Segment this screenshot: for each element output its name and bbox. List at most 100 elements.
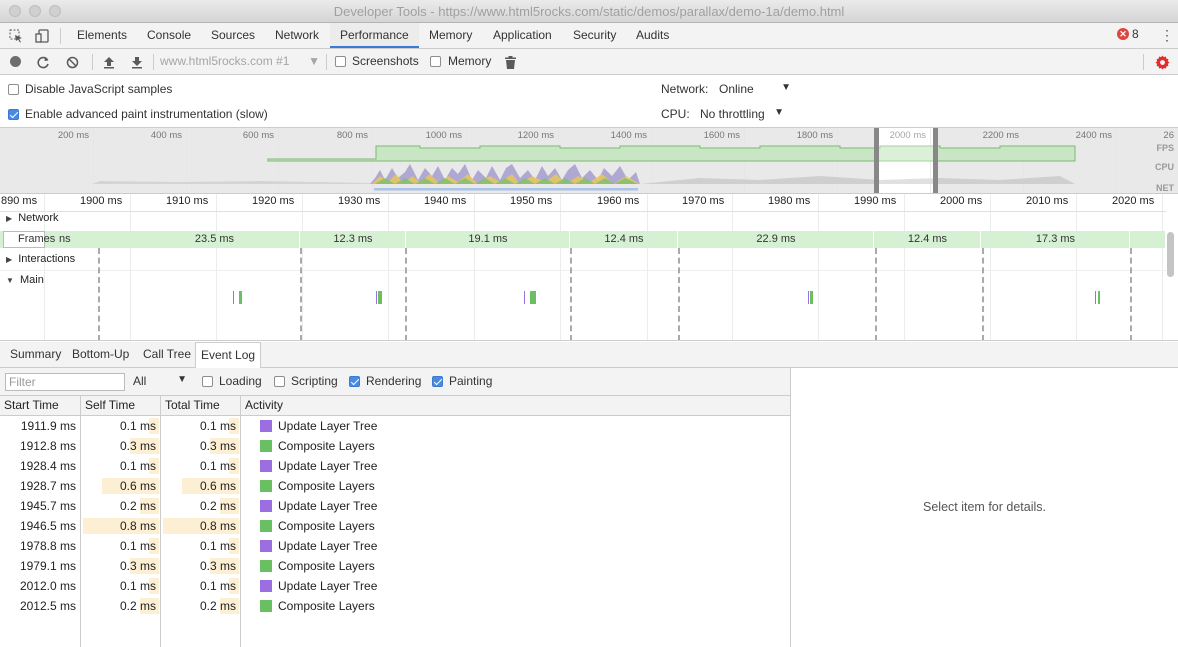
frame-segment[interactable]: 12.4 ms <box>571 231 678 248</box>
inspect-element-icon[interactable] <box>6 27 26 45</box>
load-profile-icon[interactable] <box>100 53 118 71</box>
column-total-time[interactable]: Total Time <box>161 396 241 416</box>
table-row[interactable]: 1978.8 ms 0.1 ms 0.1 ms Update Layer Tree <box>0 536 790 556</box>
main-track-label: Main <box>19 274 44 286</box>
timeline-flame-chart[interactable]: 890 ms 1900 ms 1910 ms 1920 ms 1930 ms 1940 m… <box>0 194 1178 341</box>
main-thread-event[interactable] <box>810 291 813 304</box>
start-time-cell: 1928.7 ms <box>19 479 76 493</box>
disable-js-samples-checkbox[interactable] <box>8 84 19 95</box>
tab-summary[interactable]: Summary <box>5 342 66 367</box>
network-throttle-select[interactable]: Online ▼ <box>719 82 793 98</box>
tab-call-tree[interactable]: Call Tree <box>138 342 196 367</box>
rendering-filter-label: Rendering <box>366 374 422 388</box>
frame-segment-partial[interactable] <box>1131 231 1166 248</box>
main-thread-event[interactable] <box>1095 291 1096 304</box>
garbage-collect-icon[interactable] <box>502 53 518 71</box>
tab-application[interactable]: Application <box>483 23 562 48</box>
frame-segment[interactable]: 23.5 ms <box>130 231 300 248</box>
timeline-overview[interactable]: 200 ms 400 ms 600 ms 800 ms 1000 ms 1200 ms 14… <box>0 128 1178 194</box>
table-row[interactable]: 2012.0 ms 0.1 ms 0.1 ms Update Layer Tree <box>0 576 790 596</box>
table-row[interactable]: 1979.1 ms 0.3 ms 0.3 ms Composite Layers <box>0 556 790 576</box>
screenshots-checkbox[interactable] <box>335 56 346 67</box>
table-row[interactable]: 1912.8 ms 0.3 ms 0.3 ms Composite Layers <box>0 436 790 456</box>
filter-input[interactable]: Filter <box>5 373 125 391</box>
column-activity[interactable]: Activity <box>241 396 790 416</box>
error-icon[interactable]: ✕ <box>1117 28 1129 40</box>
ruler-gridline <box>130 194 131 340</box>
column-start-time[interactable]: Start Time <box>0 396 81 416</box>
painting-filter-checkbox[interactable] <box>432 376 443 387</box>
table-row[interactable]: 1946.5 ms 0.8 ms 0.8 ms Composite Layers <box>0 516 790 536</box>
table-row[interactable]: 1928.4 ms 0.1 ms 0.1 ms Update Layer Tree <box>0 456 790 476</box>
tab-console[interactable]: Console <box>137 23 201 48</box>
activity-color-swatch <box>260 440 272 452</box>
tab-bottom-up[interactable]: Bottom-Up <box>67 342 134 367</box>
frame-segment[interactable]: 17.3 ms <box>982 231 1130 248</box>
ruler-gridline <box>560 194 561 340</box>
main-track-header[interactable]: ▼ Main <box>6 274 44 286</box>
device-toolbar-icon[interactable] <box>32 27 52 45</box>
main-thread-event[interactable] <box>1098 291 1100 304</box>
category-select[interactable]: All ▼ <box>133 374 189 390</box>
tab-security[interactable]: Security <box>563 23 626 48</box>
frame-segment[interactable]: 12.4 ms <box>875 231 981 248</box>
frames-track[interactable]: Frames ns 23.5 ms 12.3 ms 19.1 ms 12.4 ms 22… <box>0 231 1166 248</box>
frame-segment[interactable]: 22.9 ms <box>679 231 874 248</box>
tab-performance[interactable]: Performance <box>330 23 419 48</box>
activity-color-swatch <box>260 580 272 592</box>
capture-settings-gear-icon[interactable] <box>1153 53 1171 71</box>
memory-checkbox[interactable] <box>430 56 441 67</box>
expand-arrow-icon: ▶ <box>6 255 13 264</box>
frame-boundary-line <box>875 248 877 340</box>
ruler-tick-label: 2000 ms <box>940 195 983 207</box>
network-track-header[interactable]: ▶ Network <box>6 212 59 224</box>
category-select-value: All <box>133 374 147 388</box>
scripting-filter-checkbox[interactable] <box>274 376 285 387</box>
overview-cpu-label: CPU <box>1154 162 1174 172</box>
table-row[interactable]: 1945.7 ms 0.2 ms 0.2 ms Update Layer Tree <box>0 496 790 516</box>
frame-segment[interactable]: 19.1 ms <box>407 231 570 248</box>
main-thread-event[interactable] <box>524 291 525 304</box>
main-thread-event[interactable] <box>233 291 234 304</box>
toolbar-separator <box>92 54 93 70</box>
main-thread-event[interactable] <box>530 291 536 304</box>
main-thread-event[interactable] <box>378 291 382 304</box>
recording-select[interactable]: www.html5rocks.com #1 ▼ <box>160 54 322 70</box>
total-time-cell: 0.6 ms <box>199 479 236 493</box>
clear-icon[interactable] <box>63 53 81 71</box>
more-menu-icon[interactable]: ⋮ <box>1160 26 1174 44</box>
error-count[interactable]: 8 <box>1132 27 1139 41</box>
interactions-track-header[interactable]: ▶ Interactions <box>6 253 75 265</box>
tab-event-log[interactable]: Event Log <box>195 342 262 368</box>
timeline-scrollbar[interactable] <box>1167 232 1174 277</box>
save-profile-icon[interactable] <box>128 53 146 71</box>
table-row[interactable]: 1911.9 ms 0.1 ms 0.1 ms Update Layer Tree <box>0 416 790 436</box>
ruler-tick-label: 2020 ms <box>1112 195 1155 207</box>
start-time-cell: 1979.1 ms <box>19 559 76 573</box>
tab-memory[interactable]: Memory <box>419 23 482 48</box>
frame-segment[interactable]: 12.3 ms <box>301 231 406 248</box>
cpu-throttle-select[interactable]: No throttling ▼ <box>700 107 786 123</box>
record-icon[interactable] <box>10 56 21 67</box>
column-self-time[interactable]: Self Time <box>81 396 161 416</box>
table-row[interactable]: 2012.5 ms 0.2 ms 0.2 ms Composite Layers <box>0 596 790 616</box>
tab-sources[interactable]: Sources <box>201 23 265 48</box>
main-thread-event[interactable] <box>376 291 377 304</box>
details-pane: Select item for details. <box>790 368 1178 647</box>
loading-filter-checkbox[interactable] <box>202 376 213 387</box>
tab-elements[interactable]: Elements <box>67 23 137 48</box>
overview-selection-window[interactable] <box>874 128 938 193</box>
activity-color-swatch <box>260 540 272 552</box>
main-thread-event[interactable] <box>239 291 242 304</box>
disable-js-samples-label: Disable JavaScript samples <box>25 82 173 96</box>
rendering-filter-checkbox[interactable] <box>349 376 360 387</box>
start-time-cell: 1945.7 ms <box>19 499 76 513</box>
main-thread-event[interactable] <box>808 291 809 304</box>
tab-audits[interactable]: Audits <box>626 23 679 48</box>
reload-record-icon[interactable] <box>34 53 52 71</box>
tab-network[interactable]: Network <box>265 23 329 48</box>
table-row[interactable]: 1928.7 ms 0.6 ms 0.6 ms Composite Layers <box>0 476 790 496</box>
window-title: Developer Tools - https://www.html5rocks… <box>333 4 845 19</box>
enable-paint-instrumentation-checkbox[interactable] <box>8 109 19 120</box>
total-time-cell: 0.1 ms <box>199 459 236 473</box>
